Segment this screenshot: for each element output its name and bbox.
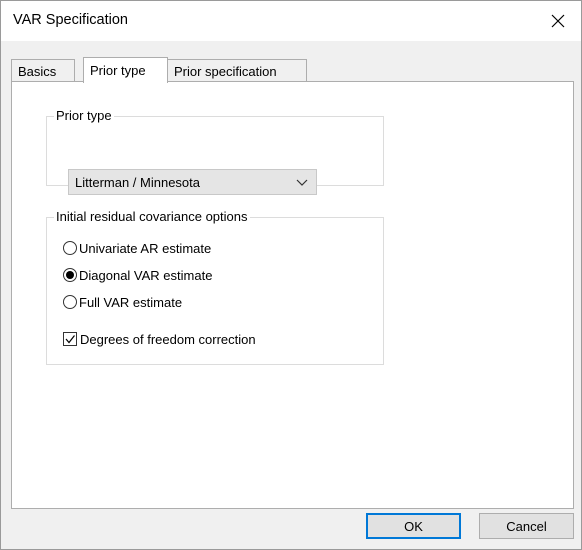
ok-button[interactable]: OK bbox=[366, 513, 461, 539]
tab-label: Prior type bbox=[90, 63, 146, 78]
cancel-button[interactable]: Cancel bbox=[479, 513, 574, 539]
checkbox-label: Degrees of freedom correction bbox=[80, 331, 256, 347]
covariance-options-group: Initial residual covariance options Univ… bbox=[46, 209, 384, 365]
tab-prior-specification[interactable]: Prior specification bbox=[167, 59, 307, 82]
tab-basics[interactable]: Basics bbox=[11, 59, 75, 82]
radio-button-univariate-ar[interactable] bbox=[63, 241, 77, 255]
checkmark-icon bbox=[65, 335, 75, 344]
tab-label: Prior specification bbox=[174, 64, 277, 79]
dof-correction-checkbox[interactable]: Degrees of freedom correction bbox=[63, 329, 256, 349]
option-label: Univariate AR estimate bbox=[79, 240, 212, 256]
tab-label: Basics bbox=[18, 64, 57, 79]
covariance-options-legend: Initial residual covariance options bbox=[54, 209, 250, 224]
radio-button-full-var[interactable] bbox=[63, 295, 77, 309]
prior-type-dropdown[interactable]: Litterman / Minnesota bbox=[68, 169, 317, 195]
prior-type-legend: Prior type bbox=[54, 108, 114, 123]
option-label: Full VAR estimate bbox=[79, 294, 183, 310]
title-bar: VAR Specification bbox=[1, 1, 581, 41]
dialog-window: VAR Specification Basics Prior type Prio… bbox=[0, 0, 582, 550]
tab-panel-prior-type: Prior type Litterman / Minnesota Initial… bbox=[11, 81, 574, 509]
radio-button-diagonal-var[interactable] bbox=[63, 268, 77, 282]
close-icon bbox=[551, 14, 565, 28]
prior-type-group: Prior type Litterman / Minnesota bbox=[46, 108, 384, 195]
checkbox-box[interactable] bbox=[63, 332, 77, 346]
radio-diagonal-var[interactable]: Diagonal VAR estimate bbox=[63, 265, 212, 285]
close-button[interactable] bbox=[535, 1, 581, 41]
window-title: VAR Specification bbox=[13, 12, 128, 28]
radio-univariate-ar[interactable]: Univariate AR estimate bbox=[63, 238, 211, 258]
radio-full-var[interactable]: Full VAR estimate bbox=[63, 292, 182, 312]
tab-prior-type[interactable]: Prior type bbox=[83, 57, 168, 83]
option-label: Diagonal VAR estimate bbox=[79, 267, 213, 283]
chevron-down-icon bbox=[296, 179, 308, 186]
prior-type-selected-value: Litterman / Minnesota bbox=[75, 175, 201, 190]
